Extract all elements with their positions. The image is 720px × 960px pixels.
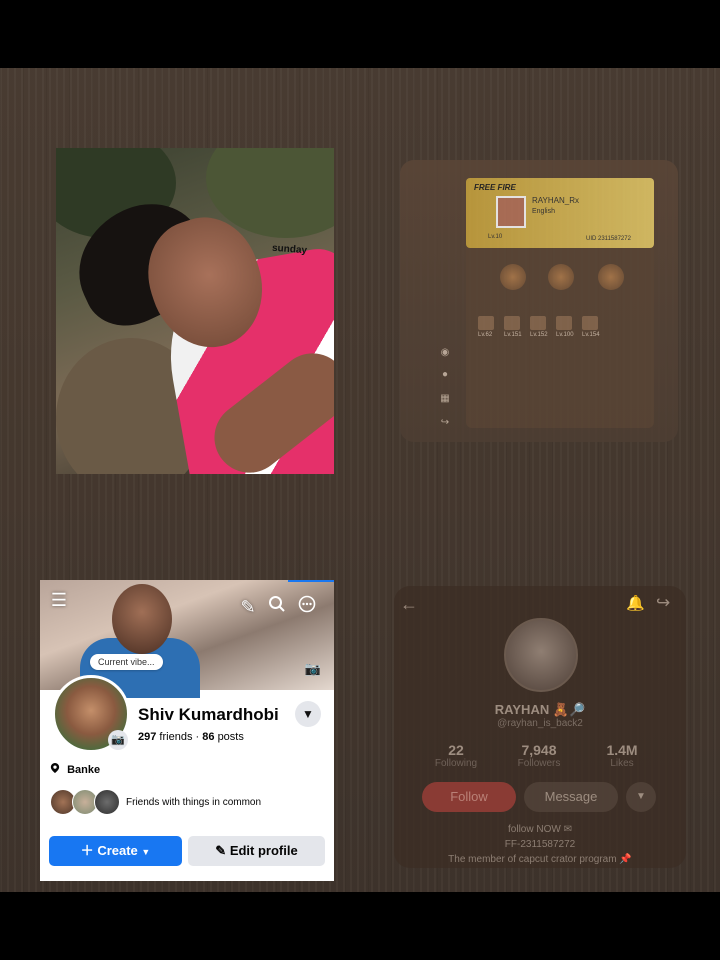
- back-arrow-icon[interactable]: ←: [400, 594, 418, 615]
- message-button[interactable]: Message: [524, 782, 618, 812]
- stats-separator: ·: [195, 731, 200, 743]
- share-icon: ↪: [440, 417, 450, 428]
- qr-icon: ▦: [440, 393, 450, 404]
- profile-handle: @rayhan_is_back2: [497, 718, 583, 729]
- game-banner: FREE FIRE RAYHAN_Rx English Lv.10 UID 23…: [466, 178, 654, 248]
- cover-camera-icon[interactable]: 📷: [302, 660, 324, 678]
- game-player-name: RAYHAN_Rx: [532, 196, 579, 205]
- caret-down-icon: ▼: [141, 847, 151, 857]
- game-player-tag: English: [532, 208, 555, 215]
- bio-line: The member of capcut crator program 📌: [448, 854, 632, 865]
- profile-display-name: RAYHAN 🧸🔎: [494, 702, 586, 717]
- social-profile-card: ← 🔔 ↪ RAYHAN 🧸🔎 @rayhan_is_back2 22 Foll…: [394, 586, 686, 868]
- create-button[interactable]: ＋ Create ▼: [49, 836, 182, 866]
- game-badge: [548, 264, 574, 290]
- progress-line: [288, 580, 334, 582]
- profile-name: Shiv Kumardhobi: [138, 705, 279, 724]
- game-slot-label: Lv.152: [530, 332, 548, 338]
- follow-button[interactable]: Follow: [422, 782, 516, 812]
- pencil-icon: ✎: [215, 843, 227, 858]
- game-slot-label: Lv.100: [556, 332, 574, 338]
- stat-following[interactable]: 22 Following: [416, 742, 496, 769]
- selfie-photo: sunday: [56, 148, 334, 474]
- create-label: Create: [97, 843, 138, 858]
- game-slot: [582, 316, 598, 330]
- person-icon: ●: [441, 369, 449, 380]
- game-badge: [598, 264, 624, 290]
- plus-icon: ＋: [80, 843, 94, 858]
- game-slot: [504, 316, 520, 330]
- stat-value: 1.4M: [606, 742, 638, 758]
- more-icon[interactable]: [295, 595, 319, 619]
- game-badge: [500, 264, 526, 290]
- camera-icon: ◉: [440, 347, 450, 358]
- friend-avatar[interactable]: [94, 789, 120, 815]
- photo-sticker: sunday: [271, 242, 308, 257]
- cover-figure-head: [112, 584, 172, 654]
- stat-followers[interactable]: 7,948 Followers: [499, 742, 579, 769]
- bell-icon[interactable]: 🔔: [626, 594, 645, 612]
- game-slot-label: Lv.151: [504, 332, 522, 338]
- avatar-camera-icon[interactable]: 📷: [108, 730, 128, 750]
- share-icon[interactable]: ↪: [656, 593, 670, 613]
- game-slot-label: Lv.154: [582, 332, 600, 338]
- location-text: Banke: [67, 764, 101, 776]
- facebook-profile-card: ☰ ✎ 📷 Current vibe... 📷 Shiv Kumardhobi …: [40, 580, 334, 881]
- search-icon[interactable]: [265, 595, 289, 619]
- game-slot-label: Lv.62: [478, 332, 493, 338]
- stat-label: Followers: [517, 758, 561, 769]
- edit-profile-label: Edit profile: [229, 843, 298, 858]
- posts-label: posts: [217, 731, 244, 743]
- edit-profile-button[interactable]: ✎ Edit profile: [188, 836, 325, 866]
- game-screen: FREE FIRE RAYHAN_Rx English Lv.10 UID 23…: [466, 178, 654, 428]
- hamburger-icon[interactable]: ☰: [47, 588, 71, 612]
- game-slot: [478, 316, 494, 330]
- pencil-icon[interactable]: ✎: [236, 595, 260, 619]
- game-avatar: [496, 196, 526, 228]
- chevron-down-icon[interactable]: ▼: [295, 701, 321, 727]
- top-black-bar: [0, 0, 720, 68]
- profile-stats: 297 friends · 86 posts: [138, 731, 244, 743]
- stat-value: 7,948: [521, 742, 557, 758]
- posts-count: 86: [202, 731, 215, 743]
- bottom-black-bar: [0, 892, 720, 960]
- game-profile-card: FREE FIRE RAYHAN_Rx English Lv.10 UID 23…: [400, 160, 678, 442]
- cover-photo[interactable]: [40, 580, 334, 698]
- pin-icon: [50, 763, 60, 773]
- bio-line: follow NOW ✉: [508, 824, 572, 835]
- stat-likes[interactable]: 1.4M Likes: [582, 742, 662, 769]
- location: Banke: [50, 763, 100, 776]
- profile-avatar[interactable]: [504, 618, 578, 692]
- game-logo: FREE FIRE: [474, 183, 516, 192]
- status-bubble[interactable]: Current vibe...: [90, 654, 163, 670]
- bio-line: FF-2311587272: [504, 839, 576, 850]
- game-slot: [530, 316, 546, 330]
- game-slot: [556, 316, 572, 330]
- common-friends-text[interactable]: Friends with things in common: [126, 797, 261, 808]
- stat-label: Likes: [610, 758, 634, 769]
- more-dropdown-icon[interactable]: ▼: [626, 782, 656, 812]
- stat-label: Following: [434, 758, 478, 769]
- game-level: Lv.10: [488, 234, 503, 240]
- game-uid: UID 2311587272: [586, 236, 631, 242]
- friends-count[interactable]: 297: [138, 731, 156, 743]
- stat-value: 22: [448, 742, 464, 758]
- friends-label[interactable]: friends: [159, 731, 192, 743]
